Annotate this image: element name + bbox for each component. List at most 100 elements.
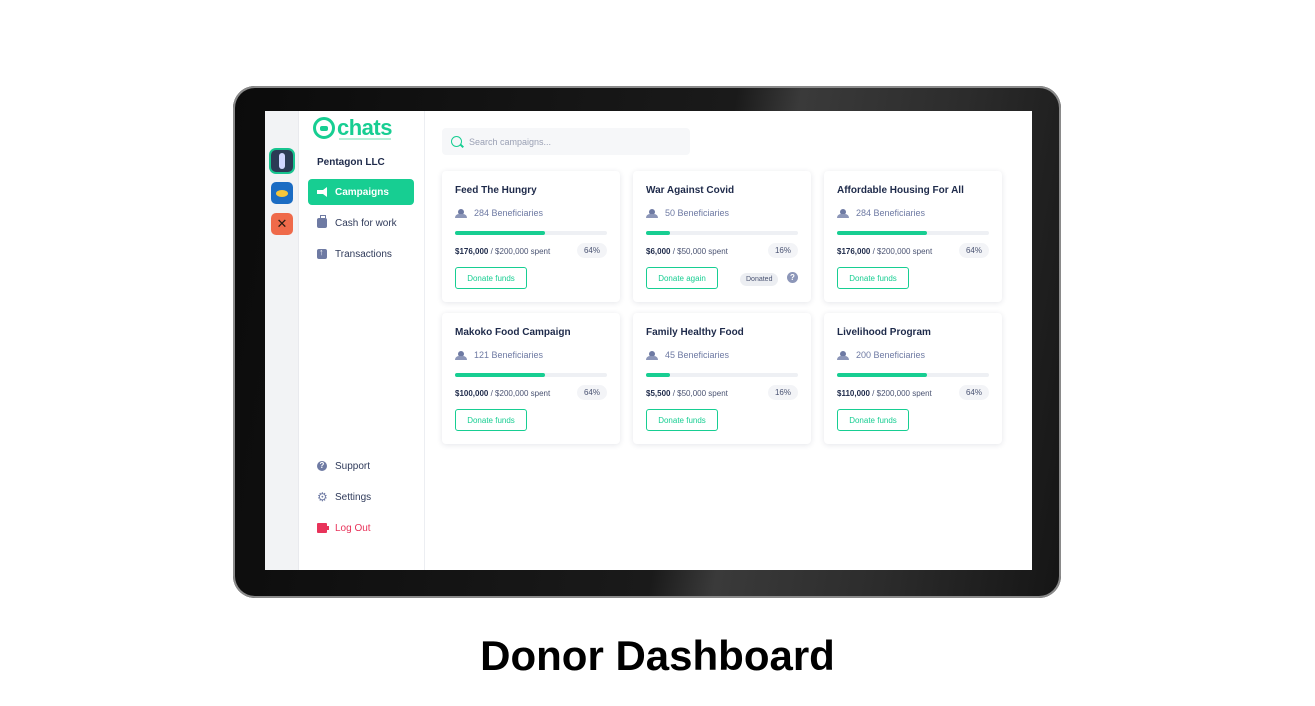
sidebar-item-settings[interactable]: ⚙ Settings [308,484,414,510]
sidebar: chats Pentagon LLC Campaigns Cash for wo… [299,111,425,570]
progress-fill [646,231,671,235]
progress-bar [837,231,989,235]
beneficiaries-count: 284 Beneficiaries [837,208,925,218]
monitor-frame: ✕ chats Pentagon LLC Campaigns Cash for … [233,86,1061,598]
percent-badge: 16% [767,385,798,400]
search-icon [451,136,462,147]
progress-fill [837,373,927,377]
campaign-title: Affordable Housing For All [837,185,964,196]
percent-badge: 16% [767,243,798,258]
beneficiaries-count: 121 Beneficiaries [455,350,543,360]
help-circle-icon[interactable]: ? [787,272,798,283]
total-value: / $200,000 spent [490,247,551,256]
org-avatar-2[interactable] [271,182,293,204]
campaign-title: Family Healthy Food [646,327,744,338]
help-circle-icon: ? [317,461,327,471]
beneficiaries-label: 121 Beneficiaries [474,350,544,360]
org-avatar-pentagon[interactable] [271,150,293,172]
sidebar-item-label: Log Out [335,522,371,534]
beneficiaries-count: 45 Beneficiaries [646,350,729,360]
app-screen: ✕ chats Pentagon LLC Campaigns Cash for … [265,111,1032,570]
sidebar-item-label: Cash for work [335,217,397,229]
progress-fill [837,231,927,235]
sidebar-item-cash-for-work[interactable]: Cash for work [308,210,414,236]
chats-logo-icon [313,117,335,139]
total-value: / $200,000 spent [490,389,551,398]
sidebar-item-campaigns[interactable]: Campaigns [308,179,414,205]
sidebar-item-label: Campaigns [335,186,389,198]
slide-caption: Donor Dashboard [480,632,835,679]
spent-value: $176,000 [837,247,871,256]
beneficiaries-label: 45 Beneficiaries [665,350,730,360]
beneficiaries-label: 284 Beneficiaries [856,208,926,218]
main-content: Feed The Hungry 284 Beneficiaries $176,0… [425,111,1032,570]
users-icon [455,351,467,360]
spent-value: $5,500 [646,389,671,398]
sidebar-item-support[interactable]: ? Support [308,453,414,479]
logo-tagline-mark [339,138,391,140]
organization-rail: ✕ [265,111,299,570]
logout-icon [317,523,329,533]
campaign-card: Affordable Housing For All 284 Beneficia… [824,171,1002,302]
chats-logo: chats [313,117,392,139]
progress-bar [455,373,607,377]
progress-fill [455,231,545,235]
users-icon [646,351,658,360]
campaign-card: Family Healthy Food 45 Beneficiaries $5,… [633,313,811,444]
chats-logo-text: chats [337,115,392,140]
beneficiaries-label: 200 Beneficiaries [856,350,926,360]
spent-value: $6,000 [646,247,671,256]
beneficiaries-count: 284 Beneficiaries [455,208,543,218]
gear-icon: ⚙ [317,490,328,504]
sidebar-item-logout[interactable]: Log Out [308,515,414,541]
beneficiaries-count: 50 Beneficiaries [646,208,729,218]
donated-badge: Donated [740,273,779,286]
users-icon [837,351,849,360]
total-value: / $50,000 spent [672,389,728,398]
spent-amount: $110,000 / $200,000 spent [837,389,932,398]
donate-funds-button[interactable]: Donate funds [455,267,527,289]
beneficiaries-label: 284 Beneficiaries [474,208,544,218]
search-bar [442,128,690,155]
donate-funds-button[interactable]: Donate funds [837,409,909,431]
beneficiaries-label: 50 Beneficiaries [665,208,730,218]
megaphone-icon [317,187,327,197]
org-avatar-3[interactable]: ✕ [271,213,293,235]
progress-bar [455,231,607,235]
sidebar-item-label: Support [335,460,371,472]
org-avatar-glyph [279,153,285,169]
spent-amount: $6,000 / $50,000 spent [646,247,728,256]
progress-bar [646,373,798,377]
campaign-card: Makoko Food Campaign 121 Beneficiaries $… [442,313,620,444]
sidebar-item-label: Transactions [335,248,392,260]
campaign-card: Livelihood Program 200 Beneficiaries $11… [824,313,1002,444]
sidebar-item-label: Settings [335,491,372,503]
sidebar-item-transactions[interactable]: Transactions [308,241,414,267]
campaign-card: War Against Covid 50 Beneficiaries $6,00… [633,171,811,302]
spent-value: $110,000 [837,389,870,398]
progress-bar [837,373,989,377]
beneficiaries-count: 200 Beneficiaries [837,350,925,360]
spent-value: $176,000 [455,247,489,256]
spent-value: $100,000 [455,389,489,398]
spent-amount: $176,000 / $200,000 spent [455,247,550,256]
total-value: / $200,000 spent [872,247,933,256]
organization-name: Pentagon LLC [317,157,385,168]
spent-amount: $100,000 / $200,000 spent [455,389,550,398]
percent-badge: 64% [576,385,607,400]
briefcase-icon [317,215,327,228]
campaign-title: Livelihood Program [837,327,931,338]
search-input[interactable] [469,136,669,147]
campaign-title: War Against Covid [646,185,735,196]
users-icon [837,209,849,218]
users-icon [646,209,658,218]
org-avatar-glyph [276,189,288,197]
donate-funds-button[interactable]: Donate funds [455,409,527,431]
progress-bar [646,231,798,235]
users-icon [455,209,467,218]
donate-again-button[interactable]: Donate again [646,267,718,289]
donate-funds-button[interactable]: Donate funds [646,409,718,431]
campaign-card: Feed The Hungry 284 Beneficiaries $176,0… [442,171,620,302]
donate-funds-button[interactable]: Donate funds [837,267,909,289]
percent-badge: 64% [958,243,989,258]
